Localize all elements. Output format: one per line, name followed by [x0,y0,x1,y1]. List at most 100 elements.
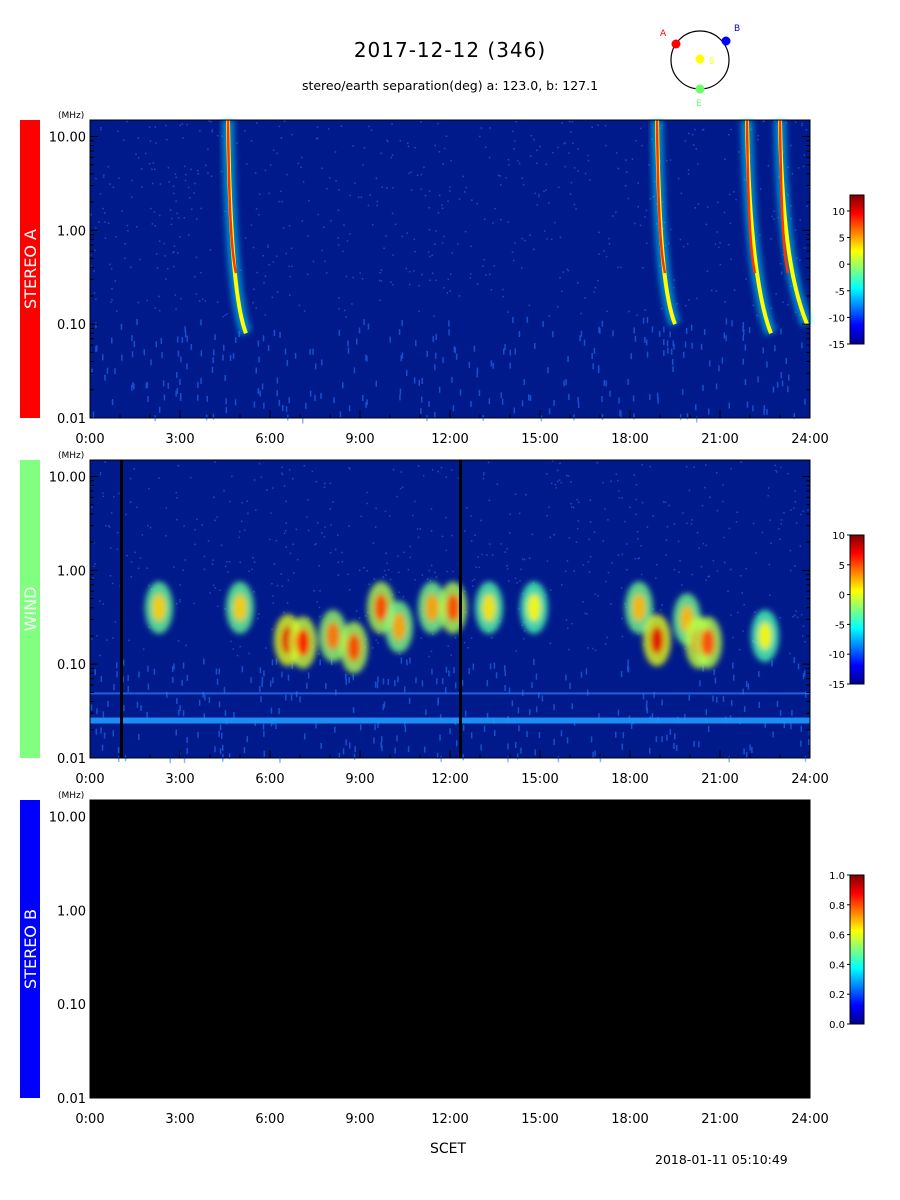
noise-speck [678,571,680,573]
noise-speck [176,371,178,378]
noise-speck [414,579,416,581]
noise-speck [197,173,200,175]
wind-panel: WIND(MHz)10.001.000.100.010:00 3:00 6:00 9:… [20,451,865,787]
stereo-b-colorbar [849,874,865,1025]
noise-speck [695,297,698,300]
noise-speck [772,218,775,220]
noise-speck [627,378,629,385]
noise-speck [563,380,565,387]
noise-speck [632,395,635,402]
noise-speck [150,207,152,210]
noise-speck [182,569,185,571]
noise-speck [449,190,451,192]
noise-speck [200,272,202,274]
noise-speck [421,378,423,384]
noise-speck [297,162,300,165]
noise-speck [345,275,348,278]
noise-speck [338,329,341,336]
noise-speck [173,245,176,247]
noise-speck [288,397,290,404]
noise-speck [275,255,278,257]
noise-speck [590,736,593,743]
noise-speck [355,610,358,612]
noise-speck [229,561,231,563]
noise-speck [170,223,173,226]
noise-speck [250,224,253,226]
noise-speck [660,608,662,611]
noise-speck [152,182,154,185]
noise-speck [592,647,594,650]
noise-speck [239,561,241,564]
noise-speck [751,747,753,753]
noise-speck [174,294,177,296]
noise-speck [359,569,361,572]
plasma-line [90,717,810,724]
noise-speck [755,552,757,554]
noise-speck [442,163,444,165]
noise-speck [794,121,797,123]
noise-speck [104,237,107,239]
noise-speck [112,730,114,737]
noise-speck [111,337,113,344]
noise-speck [431,469,434,471]
noise-speck [338,307,340,310]
noise-speck [235,337,237,343]
noise-speck [275,658,278,665]
noise-speck [100,127,102,129]
noise-speck [567,627,569,630]
noise-speck [464,530,466,532]
noise-speck [407,568,410,571]
noise-speck [122,659,125,666]
noise-speck [505,177,507,179]
noise-speck [523,637,525,640]
noise-speck [768,487,770,489]
noise-speck [291,265,293,267]
noise-speck [252,556,254,559]
noise-speck [193,192,195,194]
noise-speck [420,121,422,123]
noise-speck [797,663,800,670]
noise-speck [216,678,219,685]
noise-speck [617,167,620,170]
noise-speck [646,526,649,528]
noise-speck [342,382,344,389]
noise-speck [263,402,265,409]
noise-speck [640,573,643,576]
noise-speck [446,292,448,294]
noise-speck [691,133,694,136]
noise-speck [173,192,175,195]
noise-speck [780,523,782,525]
noise-speck [337,237,339,239]
noise-speck [153,211,156,213]
stereo-a-x-tick-label: 6:00 [255,432,284,447]
noise-speck [567,356,569,362]
noise-speck [757,134,760,137]
noise-speck [561,122,563,124]
noise-speck [166,138,168,141]
noise-speck [326,188,328,190]
noise-speck [457,243,459,245]
noise-speck [303,733,306,740]
noise-speck [673,568,676,571]
noise-speck [173,251,175,253]
noise-speck [409,283,411,286]
noise-speck [470,401,472,407]
noise-speck [226,313,228,315]
noise-speck [464,230,467,233]
noise-speck [394,223,397,226]
noise-speck [404,726,407,733]
noise-speck [94,669,96,675]
noise-speck [488,499,491,502]
noise-speck [150,359,152,366]
noise-speck [142,648,145,650]
noise-speck [125,513,127,516]
noise-speck [400,471,402,473]
noise-speck [536,162,538,164]
noise-speck [627,666,630,673]
noise-speck [186,748,188,754]
noise-speck [401,486,404,489]
noise-speck [271,296,274,299]
noise-speck [418,284,420,287]
noise-speck [414,500,416,503]
noise-speck [179,378,181,385]
